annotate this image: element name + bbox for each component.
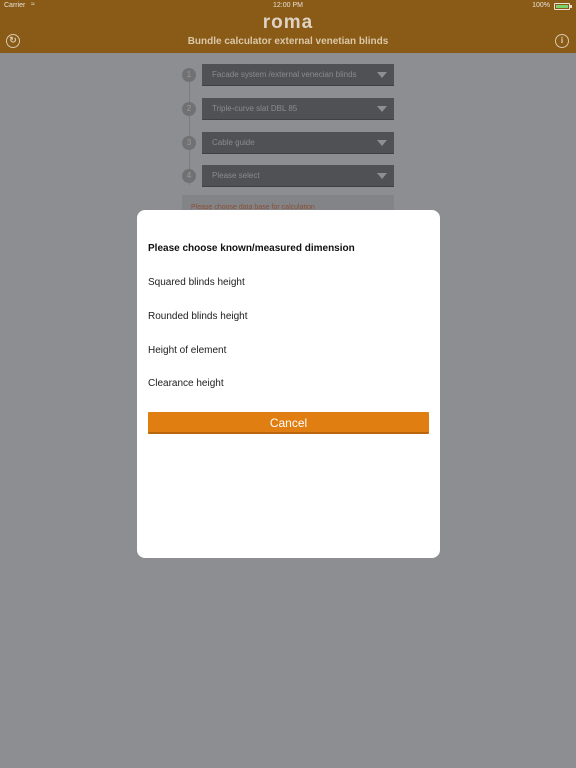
step-3: 3 Cable guide (182, 132, 394, 154)
step-number: 4 (182, 169, 196, 183)
step-number: 1 (182, 68, 196, 82)
chevron-down-icon (377, 173, 387, 179)
dialog-heading: Please choose known/measured dimension (148, 243, 355, 254)
step-4: 4 Please select (182, 165, 394, 187)
battery-icon (554, 3, 572, 10)
option-rounded-blinds-height[interactable]: Rounded blinds height (148, 311, 428, 322)
page-title: Bundle calculator external venetian blin… (187, 36, 389, 47)
battery-percent: 100% (532, 2, 550, 9)
step-1-select[interactable]: Facade system /external venecian blinds (202, 64, 394, 86)
step-2-select[interactable]: Triple-curve slat DBL 85 (202, 98, 394, 120)
dimension-picker-dialog: Please choose known/measured dimension S… (137, 210, 440, 558)
step-3-value: Cable guide (212, 138, 255, 147)
chevron-down-icon (377, 72, 387, 78)
step-4-value: Please select (212, 171, 260, 180)
clock: 12:00 PM (273, 2, 303, 9)
chevron-down-icon (377, 140, 387, 146)
step-1-value: Facade system /external venecian blinds (212, 70, 357, 79)
step-4-select[interactable]: Please select (202, 165, 394, 187)
navigation-bar: roma Bundle calculator external venetian… (0, 12, 576, 53)
chevron-down-icon (377, 106, 387, 112)
status-bar: Carrier ≈ 12:00 PM 100% (0, 0, 576, 12)
option-squared-blinds-height[interactable]: Squared blinds height (148, 277, 428, 288)
option-clearance-height[interactable]: Clearance height (148, 378, 428, 389)
step-3-select[interactable]: Cable guide (202, 132, 394, 154)
refresh-icon[interactable]: ↻ (6, 34, 20, 48)
cancel-button[interactable]: Cancel (148, 412, 429, 434)
info-icon[interactable]: i (555, 34, 569, 48)
step-number: 2 (182, 102, 196, 116)
step-1: 1 Facade system /external venecian blind… (182, 64, 394, 86)
step-number: 3 (182, 136, 196, 150)
roma-logo: roma (262, 12, 314, 33)
step-2: 2 Triple-curve slat DBL 85 (182, 98, 394, 120)
step-2-value: Triple-curve slat DBL 85 (212, 104, 298, 113)
option-height-of-element[interactable]: Height of element (148, 345, 428, 356)
